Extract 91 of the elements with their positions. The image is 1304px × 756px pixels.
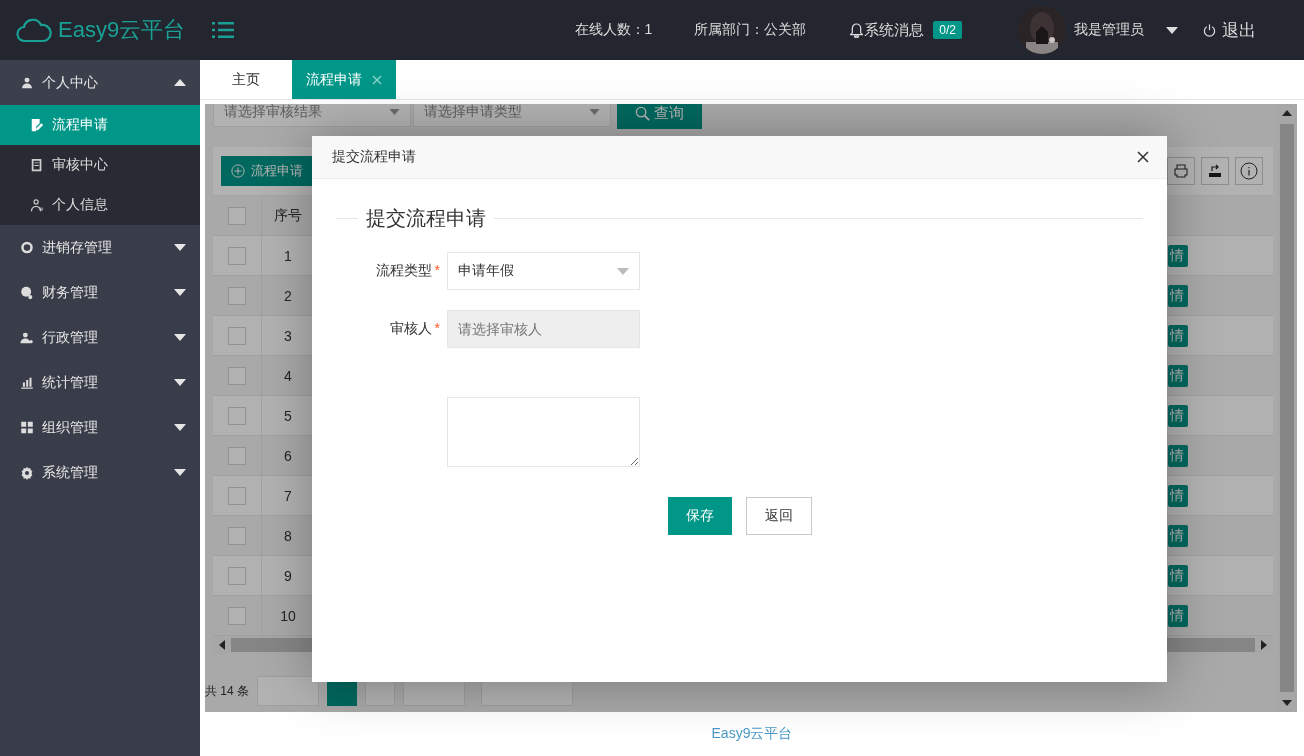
user-name[interactable]: 我是管理员 [1074,21,1144,39]
caret-icon [389,109,400,115]
checkbox[interactable] [228,526,246,545]
caret-icon [589,109,600,115]
online-count: 在线人数：1 [574,21,653,39]
caret-icon [174,469,186,476]
checkbox[interactable] [228,366,246,385]
caret-icon [174,79,186,86]
sidebar-group[interactable]: 组织管理 [0,405,200,450]
user-icon [20,75,34,90]
up-arrow-icon[interactable] [1282,110,1292,116]
cloud-logo-icon [16,17,52,43]
caret-icon [174,379,186,386]
export-button[interactable] [1201,157,1229,185]
page-tab[interactable]: 流程申请 [292,60,396,99]
caret-icon [174,289,186,296]
required-mark: * [434,262,440,278]
gear-icon [20,465,34,480]
sidebar-group[interactable]: 财务管理 [0,270,200,315]
back-button[interactable]: 返回 [746,497,812,535]
page-tab[interactable]: 主页 [200,60,292,99]
filter-select[interactable]: 请选择审核结果 [213,104,411,127]
detail-button[interactable]: 情 [1168,604,1188,627]
message-badge: 0/2 [933,21,962,39]
detail-button[interactable]: 情 [1168,564,1188,587]
plus-circle-icon [231,164,245,178]
checkbox[interactable] [228,326,246,345]
field-label: 流程类型 [375,262,432,278]
sidebar-group[interactable]: 系统管理 [0,450,200,495]
checkbox[interactable] [228,246,246,265]
search-button[interactable]: 查询 [617,104,702,129]
caret-icon [174,334,186,341]
messages-link[interactable]: 系统消息 [864,20,925,40]
checkbox[interactable] [228,406,246,425]
sidebar-item[interactable]: 个人信息 [0,185,200,225]
scrollbar-thumb[interactable] [1280,124,1294,692]
menu-icon[interactable] [212,21,234,39]
checkbox[interactable] [228,286,246,305]
sidebar-group[interactable]: 行政管理 [0,315,200,360]
caret-icon [174,244,186,251]
print-button[interactable] [1167,157,1195,185]
close-icon[interactable] [1137,151,1149,163]
detail-button[interactable]: 情 [1168,324,1188,347]
checkbox[interactable] [228,446,246,465]
detail-button[interactable]: 情 [1168,244,1188,267]
footer-link[interactable]: Easy9云平台 [711,725,793,743]
bell-icon[interactable] [850,22,864,38]
search-icon [635,105,650,121]
user-icon [30,198,44,212]
remarks-field[interactable] [447,397,640,467]
logout-link[interactable]: 退出 [1222,18,1256,42]
checkbox[interactable] [228,206,246,225]
detail-button[interactable]: 情 [1168,444,1188,467]
add-button[interactable]: 流程申请 [221,156,313,186]
sidebar-item[interactable]: 流程申请 [0,105,200,145]
form-legend: 提交流程申请 [366,205,486,232]
detail-button[interactable]: 情 [1168,364,1188,387]
detail-button[interactable]: 情 [1168,284,1188,307]
dialog-title: 提交流程申请 [332,148,416,166]
info-icon [1240,162,1258,180]
field-label: 审核人 [389,320,432,336]
required-mark: * [434,320,440,336]
people-icon [20,330,34,345]
logo-text: Easy9云平台 [58,16,186,44]
total-count: 共 14 条 [205,682,249,700]
chart-icon [20,375,34,390]
filter-select[interactable]: 请选择申请类型 [413,104,611,127]
document-icon [30,158,44,172]
edit-icon [30,118,44,132]
sidebar-group[interactable]: 进销存管理 [0,225,200,270]
department-label: 所属部门：公关部 [694,21,807,39]
save-button[interactable]: 保存 [668,497,732,535]
type-select[interactable]: 申请年假 [447,252,640,290]
export-icon [1207,163,1223,179]
power-icon[interactable] [1203,23,1216,37]
detail-button[interactable]: 情 [1168,484,1188,507]
right-arrow-icon[interactable] [1261,640,1267,650]
grid-icon [20,420,34,435]
left-arrow-icon[interactable] [219,640,225,650]
checkbox[interactable] [228,566,246,585]
caret-icon[interactable] [1166,26,1178,34]
checkbox[interactable] [228,606,246,625]
checkbox[interactable] [228,486,246,505]
printer-icon [1173,163,1189,179]
info-button[interactable] [1235,157,1263,185]
sidebar-item[interactable]: 审核中心 [0,145,200,185]
down-arrow-icon[interactable] [1282,700,1292,706]
detail-button[interactable]: 情 [1168,524,1188,547]
detail-button[interactable]: 情 [1168,404,1188,427]
sidebar-group[interactable]: 统计管理 [0,360,200,405]
caret-icon [174,424,186,431]
